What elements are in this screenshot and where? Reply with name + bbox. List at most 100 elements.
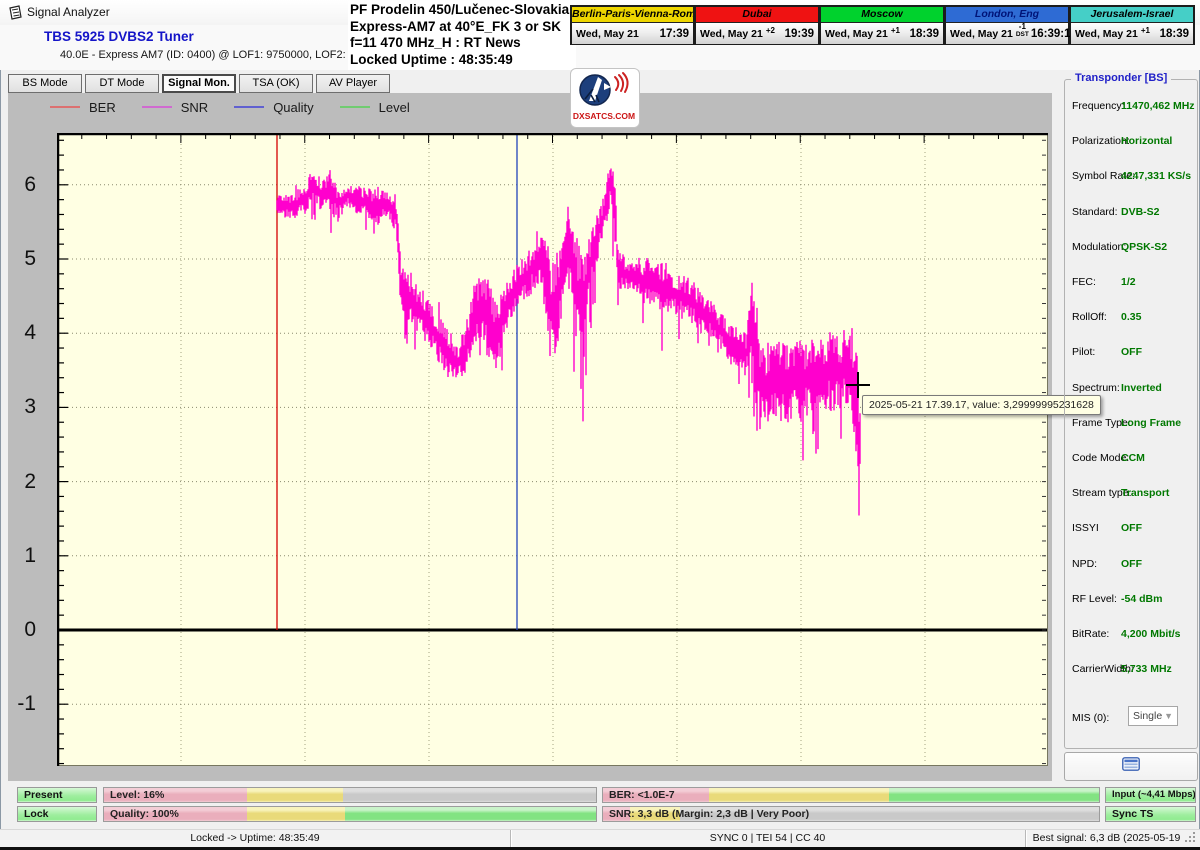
clock-city-label: Jerusalem-Israel (1071, 7, 1193, 23)
level-progress-bar: Level: 16% (103, 787, 597, 803)
clock-time: 18:39 (910, 28, 939, 40)
bar-zone (345, 807, 596, 821)
tp-label-pilot: Pilot: (1072, 346, 1095, 358)
tp-value-npd: OFF (1121, 558, 1142, 570)
tp-label-fec: FEC: (1072, 276, 1096, 288)
y-tick-label: -1 (6, 693, 36, 715)
clock-city-label: Moscow (821, 7, 943, 23)
site-line: f=11 470 MHz_H : RT News (350, 35, 576, 52)
clock-time: 19:39 (785, 28, 814, 40)
y-tick-label: 5 (6, 248, 36, 270)
tp-value-modulation: QPSK-S2 (1121, 241, 1167, 253)
tab-tsa-ok[interactable]: TSA (OK) (239, 74, 313, 93)
clock-utc-offset: +1 (891, 27, 900, 34)
clock-date: Wed, May 21 (576, 28, 639, 40)
clock-date: Wed, May 21 (950, 28, 1013, 40)
tp-label-modulation: Modulation: (1072, 241, 1126, 253)
window-title: Signal Analyzer (27, 5, 110, 19)
statusbar-sync: SYNC 0 | TEI 54 | CC 40 (510, 830, 1026, 848)
bar-zone (247, 807, 345, 821)
transponder-title: Transponder [BS] (1071, 72, 1171, 84)
statusbar-best-signal: Best signal: 6,3 dB (2025-05-19 20:26) (1025, 830, 1188, 848)
tp-value-polarization: Horizontal (1121, 135, 1172, 147)
clock-time: 17:39 (660, 28, 689, 40)
tab-dt-mode[interactable]: DT Mode (85, 74, 159, 93)
y-tick-label: 3 (6, 396, 36, 418)
clock-jerusalem-israel: Jerusalem-Israel Wed, May 21+1 18:39 (1070, 5, 1195, 45)
tp-label-spectrum: Spectrum: (1072, 382, 1120, 394)
clock-city-label: Berlin-Paris-Vienna-Roma (572, 7, 693, 23)
save-report-button[interactable] (1064, 752, 1198, 781)
y-tick-label: 6 (6, 174, 36, 196)
tp-label-issyi: ISSYI (1072, 522, 1099, 534)
tp-value-pilot: OFF (1121, 346, 1142, 358)
tp-label-frequency: Frequency: (1072, 100, 1125, 112)
clock-utc-offset: +1 (1141, 27, 1150, 34)
statusbar-uptime: Locked -> Uptime: 48:35:49 (0, 830, 511, 848)
tp-value-bitrate: 4,200 Mbit/s (1121, 628, 1181, 640)
tp-value-frequency: 11470,462 MHz (1121, 100, 1195, 112)
input-indicator: Input (~4,41 Mbps) (1105, 787, 1196, 803)
mis-select[interactable]: Single ▼ (1128, 706, 1178, 726)
tab-signal-mon[interactable]: Signal Mon. (162, 74, 236, 93)
y-tick-label: 4 (6, 322, 36, 344)
ber-progress-bar: BER: <1.0E-7 (602, 787, 1100, 803)
clock-moscow: MoscowWed, May 21+118:39 (820, 5, 945, 45)
site-line: Locked Uptime : 48:35:49 (350, 52, 576, 69)
mis-value: Single (1133, 710, 1162, 722)
tp-label-rolloff: RollOff: (1072, 311, 1107, 323)
tp-value-spectrum: Inverted (1121, 382, 1162, 394)
signal-chart-plot[interactable] (57, 133, 1048, 766)
clock-london-eng: London, EngWed, May 21-1DST16:39:17 (945, 5, 1070, 45)
clock-dubai: DubaiWed, May 21+219:39 (695, 5, 820, 45)
quality-progress-bar: Quality: 100% (103, 806, 597, 822)
tp-label-standard: Standard: (1072, 206, 1118, 218)
tp-value-symbol-rate: 4247,331 KS/s (1121, 170, 1191, 182)
legend-swatch (234, 106, 264, 108)
site-line: Express-AM7 at 40°E_FK 3 or SK (350, 19, 576, 36)
level-label: Level: 16% (110, 789, 164, 801)
bar-zone (889, 788, 1099, 802)
clock-berlin-paris-vienna-roma: Berlin-Paris-Vienna-Roma Wed, May 21 17:39 (570, 5, 695, 45)
lock-indicator: Lock (17, 806, 97, 822)
site-info-block: PF Prodelin 450/Lučenec-Slovakia Express… (348, 1, 576, 70)
clock-city-label: Dubai (696, 7, 818, 23)
site-line: PF Prodelin 450/Lučenec-Slovakia (350, 2, 576, 19)
resize-grip[interactable] (1185, 832, 1197, 844)
mode-tabs: BS ModeDT ModeSignal Mon.TSA (OK)AV Play… (8, 74, 390, 93)
status-bar: Locked -> Uptime: 48:35:49 SYNC 0 | TEI … (0, 829, 1200, 848)
tp-value-fec: 1/2 (1121, 276, 1136, 288)
clock-date: Wed, May 21 (1075, 28, 1138, 40)
y-tick-label: 1 (6, 545, 36, 567)
snr-label: SNR: 3,3 dB (Margin: 2,3 dB | Very Poor) (609, 808, 809, 820)
tp-value-code-mode: CCM (1121, 452, 1145, 464)
tab-bs-mode[interactable]: BS Mode (8, 74, 82, 93)
legend-swatch (340, 106, 370, 108)
legend-label: SNR (181, 100, 208, 115)
tp-value-frame-type: Long Frame (1121, 417, 1181, 429)
snr-progress-bar: SNR: 3,3 dB (Margin: 2,3 dB | Very Poor) (602, 806, 1100, 822)
tp-value-rf-level: -54 dBm (1121, 593, 1162, 605)
legend-item-ber: BER (50, 100, 116, 115)
tp-label-npd: NPD: (1072, 558, 1097, 570)
tp-value-carrierwidth: 5,733 MHz (1121, 663, 1172, 675)
bar-zone (709, 788, 889, 802)
clock-city-label: London, Eng (946, 7, 1068, 23)
tuner-title: TBS 5925 DVBS2 Tuner (44, 29, 194, 44)
dxsatcs-logo: DXSATCS.COM (570, 68, 640, 128)
legend-label: Quality (273, 100, 313, 115)
chevron-down-icon: ▼ (1164, 711, 1173, 721)
mis-label: MIS (0): (1072, 712, 1109, 724)
app-icon (8, 5, 23, 25)
legend-item-level: Level (340, 100, 410, 115)
tab-av-player[interactable]: AV Player (316, 74, 390, 93)
chart-legend: BER SNR Quality Level (50, 96, 410, 118)
y-tick-label: 0 (6, 619, 36, 641)
report-icon (1122, 757, 1140, 776)
bar-zone (343, 788, 596, 802)
tp-value-standard: DVB-S2 (1121, 206, 1160, 218)
legend-swatch (142, 106, 172, 108)
clock-time: 18:39 (1160, 28, 1189, 40)
y-tick-label: 2 (6, 471, 36, 493)
quality-label: Quality: 100% (110, 808, 179, 820)
